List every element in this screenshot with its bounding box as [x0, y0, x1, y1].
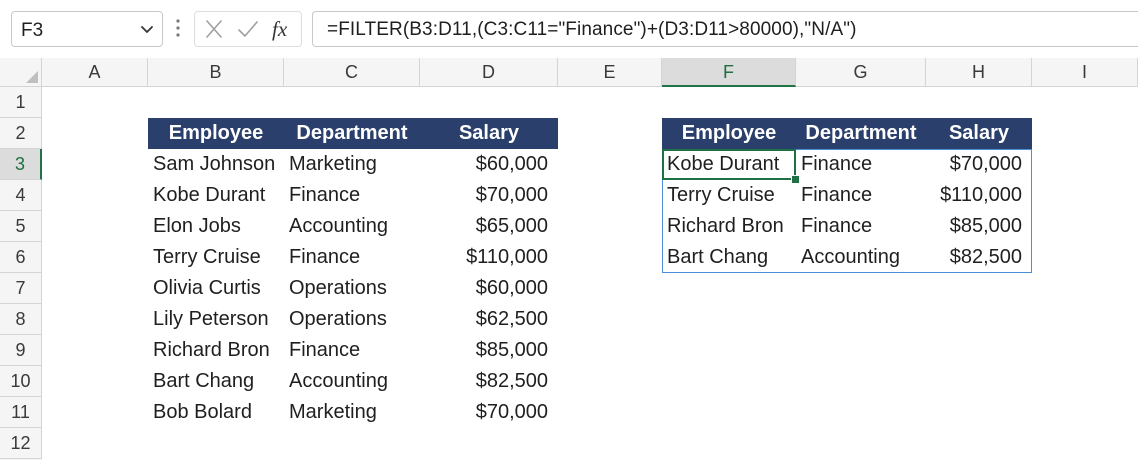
column-header-e[interactable]: E: [558, 58, 662, 87]
source-employee-cell[interactable]: Richard Bron: [148, 335, 284, 366]
row-header-11[interactable]: 11: [0, 397, 42, 428]
row-header-3[interactable]: 3: [0, 149, 42, 180]
name-box[interactable]: F3: [11, 11, 163, 47]
column-header-row: ABCDEFGHI: [0, 58, 1138, 87]
check-icon[interactable]: [233, 12, 263, 46]
formula-input[interactable]: =FILTER(B3:D11,(C3:C11="Finance")+(D3:D1…: [312, 11, 1138, 47]
row-header-8[interactable]: 8: [0, 304, 42, 335]
formula-text: =FILTER(B3:D11,(C3:C11="Finance")+(D3:D1…: [327, 19, 857, 40]
source-employee-cell[interactable]: Elon Jobs: [148, 211, 284, 242]
result-department-cell[interactable]: Accounting: [796, 242, 926, 273]
source-department-cell[interactable]: Accounting: [284, 211, 420, 242]
source-employee-cell[interactable]: Lily Peterson: [148, 304, 284, 335]
column-header-c[interactable]: C: [284, 58, 420, 87]
source-header-salary[interactable]: Salary: [420, 118, 558, 149]
row-header-column: 1 2 3 4 5 6 7 8 9 10 11 12: [0, 87, 42, 460]
row-header-7[interactable]: 7: [0, 273, 42, 304]
result-header-salary[interactable]: Salary: [926, 118, 1032, 149]
source-salary-cell[interactable]: $85,000: [420, 335, 558, 366]
result-salary-cell[interactable]: $70,000: [926, 149, 1032, 180]
source-department-cell[interactable]: Finance: [284, 335, 420, 366]
source-salary-cell[interactable]: $82,500: [420, 366, 558, 397]
source-department-cell[interactable]: Marketing: [284, 397, 420, 428]
row-header-5[interactable]: 5: [0, 211, 42, 242]
source-employee-cell[interactable]: Olivia Curtis: [148, 273, 284, 304]
source-employee-cell[interactable]: Kobe Durant: [148, 180, 284, 211]
source-salary-cell[interactable]: $70,000: [420, 180, 558, 211]
source-department-cell[interactable]: Accounting: [284, 366, 420, 397]
column-header-i[interactable]: I: [1032, 58, 1138, 87]
source-salary-cell[interactable]: $65,000: [420, 211, 558, 242]
source-salary-cell[interactable]: $60,000: [420, 273, 558, 304]
row-header-6[interactable]: 6: [0, 242, 42, 273]
fx-icon[interactable]: fx: [267, 12, 299, 46]
source-department-cell[interactable]: Marketing: [284, 149, 420, 180]
source-salary-cell[interactable]: $62,500: [420, 304, 558, 335]
row-header-10[interactable]: 10: [0, 366, 42, 397]
column-header-g[interactable]: G: [796, 58, 926, 87]
source-header-employee[interactable]: Employee: [148, 118, 284, 149]
source-department-cell[interactable]: Finance: [284, 242, 420, 273]
source-employee-cell[interactable]: Terry Cruise: [148, 242, 284, 273]
fx-label: fx: [272, 17, 288, 41]
name-box-value: F3: [21, 20, 44, 41]
result-salary-cell[interactable]: $82,500: [926, 242, 1032, 273]
row-header-9[interactable]: 9: [0, 335, 42, 366]
row-header-2[interactable]: 2: [0, 118, 42, 149]
source-salary-cell[interactable]: $70,000: [420, 397, 558, 428]
result-employee-cell[interactable]: Bart Chang: [662, 242, 796, 273]
column-header-f[interactable]: F: [662, 58, 796, 87]
source-salary-cell[interactable]: $60,000: [420, 149, 558, 180]
source-department-cell[interactable]: Finance: [284, 180, 420, 211]
column-header-b[interactable]: B: [148, 58, 284, 87]
source-department-cell[interactable]: Operations: [284, 304, 420, 335]
source-salary-cell[interactable]: $110,000: [420, 242, 558, 273]
formula-buttons: fx: [194, 11, 302, 47]
cell-area[interactable]: Employee Department Salary Sam Johnson Marke…: [42, 87, 1138, 460]
source-employee-cell[interactable]: Sam Johnson: [148, 149, 284, 180]
formula-bar: F3 fx =FILTER(B3:D11,(C3:C11="Finance")+…: [0, 0, 1138, 58]
result-department-cell[interactable]: Finance: [796, 211, 926, 242]
result-department-cell[interactable]: Finance: [796, 149, 926, 180]
source-header-department[interactable]: Department: [284, 118, 420, 149]
row-header-1[interactable]: 1: [0, 87, 42, 118]
chevron-down-icon[interactable]: [138, 21, 156, 39]
result-header-employee[interactable]: Employee: [662, 118, 796, 149]
select-all-triangle-icon: [26, 71, 38, 83]
row-header-12[interactable]: 12: [0, 428, 42, 459]
result-header-department[interactable]: Department: [796, 118, 926, 149]
result-salary-cell[interactable]: $85,000: [926, 211, 1032, 242]
source-department-cell[interactable]: Operations: [284, 273, 420, 304]
close-icon[interactable]: [199, 12, 229, 46]
result-salary-cell[interactable]: $110,000: [926, 180, 1032, 211]
row-header-4[interactable]: 4: [0, 180, 42, 211]
select-all-button[interactable]: [0, 58, 42, 87]
source-employee-cell[interactable]: Bart Chang: [148, 366, 284, 397]
result-employee-cell[interactable]: Kobe Durant: [662, 149, 796, 180]
more-options-icon[interactable]: [174, 16, 182, 40]
column-header-h[interactable]: H: [926, 58, 1032, 87]
column-header-a[interactable]: A: [42, 58, 148, 87]
source-employee-cell[interactable]: Bob Bolard: [148, 397, 284, 428]
fill-handle[interactable]: [791, 175, 800, 184]
column-header-d[interactable]: D: [420, 58, 558, 87]
result-employee-cell[interactable]: Terry Cruise: [662, 180, 796, 211]
result-department-cell[interactable]: Finance: [796, 180, 926, 211]
result-employee-cell[interactable]: Richard Bron: [662, 211, 796, 242]
worksheet-grid: ABCDEFGHI 1 2 3 4 5 6 7 8 9 10 11 12 Employee Depart…: [0, 58, 1138, 460]
